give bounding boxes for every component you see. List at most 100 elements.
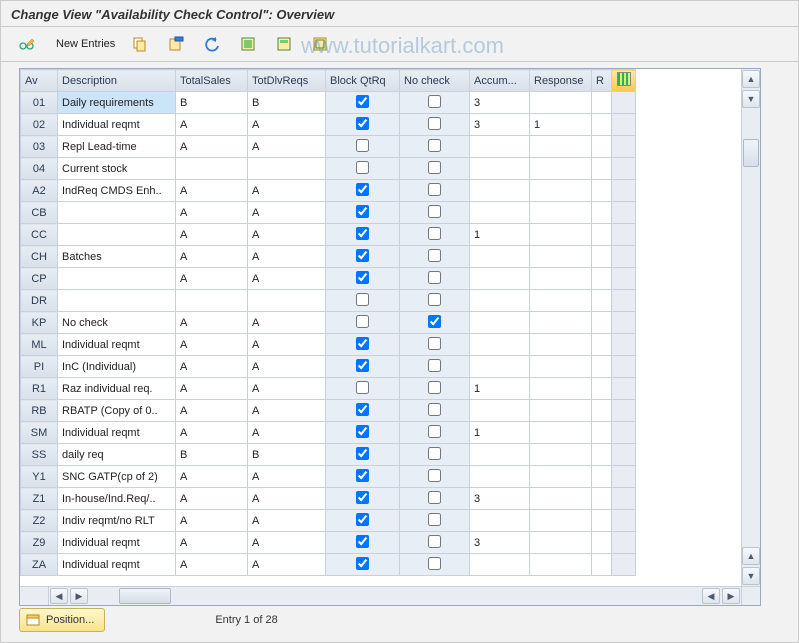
cell-re[interactable]: [592, 202, 612, 224]
table-row[interactable]: MLIndividual reqmtAA: [21, 334, 636, 356]
cell-blockqtrq-checkbox[interactable]: [356, 161, 369, 174]
cell-av[interactable]: PI: [21, 356, 58, 378]
cell-accum[interactable]: 1: [470, 378, 530, 400]
cell-av[interactable]: RB: [21, 400, 58, 422]
cell-response[interactable]: [530, 378, 592, 400]
cell-description[interactable]: [58, 224, 176, 246]
table-row[interactable]: SMIndividual reqmtAA1: [21, 422, 636, 444]
cell-blockqtrq-checkbox[interactable]: [356, 139, 369, 152]
cell-accum[interactable]: [470, 246, 530, 268]
cell-nocheck[interactable]: [400, 488, 470, 510]
scroll-down-button[interactable]: ▼: [742, 90, 760, 108]
cell-totdlvreqs[interactable]: [248, 290, 326, 312]
cell-nocheck[interactable]: [400, 114, 470, 136]
cell-response[interactable]: [530, 356, 592, 378]
cell-description[interactable]: Current stock: [58, 158, 176, 180]
configure-button[interactable]: [304, 32, 336, 56]
cell-totalsales[interactable]: A: [176, 466, 248, 488]
cell-av[interactable]: 03: [21, 136, 58, 158]
cell-accum[interactable]: 3: [470, 114, 530, 136]
cell-blockqtrq-checkbox[interactable]: [356, 205, 369, 218]
cell-description[interactable]: Individual reqmt: [58, 422, 176, 444]
cell-description[interactable]: Indiv reqmt/no RLT: [58, 510, 176, 532]
cell-nocheck-checkbox[interactable]: [428, 315, 441, 328]
cell-nocheck-checkbox[interactable]: [428, 359, 441, 372]
scroll-left-button[interactable]: ◀: [50, 588, 68, 604]
cell-av[interactable]: A2: [21, 180, 58, 202]
cell-nocheck-checkbox[interactable]: [428, 381, 441, 394]
cell-nocheck[interactable]: [400, 224, 470, 246]
cell-blockqtrq[interactable]: [326, 312, 400, 334]
cell-blockqtrq-checkbox[interactable]: [356, 513, 369, 526]
cell-nocheck-checkbox[interactable]: [428, 491, 441, 504]
cell-nocheck-checkbox[interactable]: [428, 513, 441, 526]
cell-totalsales[interactable]: A: [176, 510, 248, 532]
cell-totalsales[interactable]: B: [176, 92, 248, 114]
col-desc-header[interactable]: Description: [58, 70, 176, 92]
cell-nocheck[interactable]: [400, 554, 470, 576]
cell-re[interactable]: [592, 290, 612, 312]
cell-accum[interactable]: 3: [470, 532, 530, 554]
cell-response[interactable]: [530, 158, 592, 180]
cell-nocheck-checkbox[interactable]: [428, 271, 441, 284]
cell-av[interactable]: DR: [21, 290, 58, 312]
position-button[interactable]: Position...: [19, 608, 105, 632]
cell-description[interactable]: SNC GATP(cp of 2): [58, 466, 176, 488]
cell-description[interactable]: In-house/Ind.Req/..: [58, 488, 176, 510]
cell-blockqtrq[interactable]: [326, 92, 400, 114]
cell-description[interactable]: InC (Individual): [58, 356, 176, 378]
cell-nocheck[interactable]: [400, 334, 470, 356]
cell-nocheck-checkbox[interactable]: [428, 557, 441, 570]
table-row[interactable]: Y1SNC GATP(cp of 2)AA: [21, 466, 636, 488]
cell-accum[interactable]: [470, 356, 530, 378]
cell-accum[interactable]: [470, 510, 530, 532]
cell-av[interactable]: CB: [21, 202, 58, 224]
cell-description[interactable]: Individual reqmt: [58, 554, 176, 576]
cell-nocheck[interactable]: [400, 92, 470, 114]
cell-totdlvreqs[interactable]: A: [248, 378, 326, 400]
col-configure-header[interactable]: [612, 70, 636, 92]
cell-description[interactable]: No check: [58, 312, 176, 334]
cell-av[interactable]: CC: [21, 224, 58, 246]
toggle-button[interactable]: [11, 32, 43, 56]
cell-re[interactable]: [592, 136, 612, 158]
cell-blockqtrq-checkbox[interactable]: [356, 359, 369, 372]
cell-av[interactable]: Z2: [21, 510, 58, 532]
cell-totdlvreqs[interactable]: A: [248, 334, 326, 356]
cell-totalsales[interactable]: A: [176, 334, 248, 356]
cell-accum[interactable]: 3: [470, 92, 530, 114]
cell-response[interactable]: [530, 334, 592, 356]
cell-accum[interactable]: [470, 136, 530, 158]
cell-accum[interactable]: [470, 312, 530, 334]
scroll-up2-button[interactable]: ▲: [742, 547, 760, 565]
cell-response[interactable]: [530, 224, 592, 246]
cell-accum[interactable]: [470, 158, 530, 180]
col-nocheck-header[interactable]: No check: [400, 70, 470, 92]
cell-nocheck-checkbox[interactable]: [428, 205, 441, 218]
cell-response[interactable]: [530, 180, 592, 202]
cell-response[interactable]: [530, 312, 592, 334]
cell-nocheck-checkbox[interactable]: [428, 293, 441, 306]
table-row[interactable]: 03Repl Lead-timeAA: [21, 136, 636, 158]
col-accum-header[interactable]: Accum...: [470, 70, 530, 92]
copy-button[interactable]: [124, 32, 156, 56]
cell-totdlvreqs[interactable]: A: [248, 246, 326, 268]
cell-nocheck[interactable]: [400, 246, 470, 268]
cell-re[interactable]: [592, 158, 612, 180]
cell-blockqtrq-checkbox[interactable]: [356, 249, 369, 262]
cell-nocheck-checkbox[interactable]: [428, 95, 441, 108]
cell-totalsales[interactable]: A: [176, 422, 248, 444]
cell-nocheck[interactable]: [400, 290, 470, 312]
cell-response[interactable]: [530, 532, 592, 554]
table-row[interactable]: CCAA1: [21, 224, 636, 246]
cell-totdlvreqs[interactable]: A: [248, 356, 326, 378]
cell-av[interactable]: Z1: [21, 488, 58, 510]
cell-description[interactable]: Individual reqmt: [58, 532, 176, 554]
cell-nocheck[interactable]: [400, 180, 470, 202]
cell-totalsales[interactable]: A: [176, 400, 248, 422]
cell-totalsales[interactable]: A: [176, 202, 248, 224]
deselect-all-button[interactable]: [268, 32, 300, 56]
cell-re[interactable]: [592, 400, 612, 422]
table-row[interactable]: DR: [21, 290, 636, 312]
cell-accum[interactable]: [470, 180, 530, 202]
